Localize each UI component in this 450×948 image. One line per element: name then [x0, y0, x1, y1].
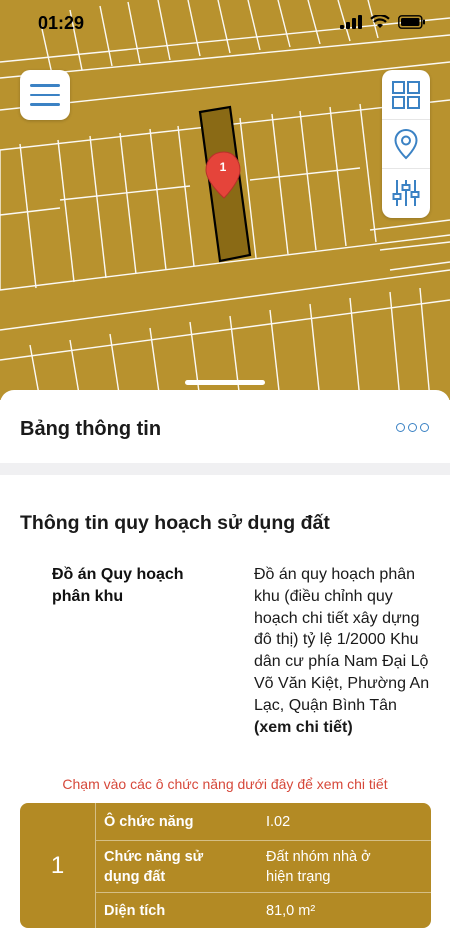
wifi-icon [370, 15, 390, 28]
hint-text: Chạm vào các ô chức năng dưới đây để xem… [62, 776, 388, 792]
function-value: Đất nhóm nhà ở hiện trạng [266, 849, 371, 885]
map-marker-label[interactable]: 1 [216, 160, 230, 174]
grid-icon [392, 80, 420, 109]
section-divider [0, 463, 450, 475]
more-icon-dot [420, 422, 429, 432]
function-key: Ô chức năng [104, 814, 194, 830]
menu-icon [30, 84, 60, 87]
status-time: 01:29 [38, 13, 85, 33]
plan-value: Đồ án quy hoạch phân khu (điều chỉnh quy… [254, 564, 434, 738]
function-value: 81,0 m² [266, 903, 316, 919]
sheet-title: Bảng thông tin [20, 418, 162, 440]
status-bar: 01:29 [0, 0, 450, 48]
sliders-icon [392, 180, 420, 206]
filter-button[interactable] [382, 168, 430, 217]
function-row[interactable]: Diện tích 81,0 m² [96, 893, 431, 928]
more-icon [396, 422, 405, 432]
function-key: Chức năng sử dụng đất [104, 849, 204, 885]
battery-icon [398, 15, 425, 29]
status-icons [340, 15, 426, 29]
layers-button[interactable] [382, 70, 430, 119]
function-key: Diện tích [104, 903, 166, 919]
function-row[interactable]: Chức năng sử dụng đất Đất nhóm nhà ở hiệ… [96, 841, 431, 893]
location-icon [394, 128, 418, 160]
function-row[interactable]: Ô chức năng I.02 [96, 803, 431, 841]
plan-label: Đồ án Quy hoạch phân khu [52, 566, 184, 605]
more-button[interactable] [396, 420, 430, 434]
function-value: I.02 [266, 814, 291, 830]
signal-icon [340, 15, 362, 29]
menu-button[interactable] [20, 70, 70, 120]
menu-icon-bar [30, 103, 60, 106]
map-tool-stack [382, 70, 430, 218]
section-title: Thông tin quy hoạch sử dụng đất [20, 512, 330, 534]
view-detail-link[interactable]: (xem chi tiết) [254, 719, 353, 736]
locate-button[interactable] [382, 119, 430, 168]
plan-description: Đồ án quy hoạch phân khu (điều chỉnh quy… [254, 566, 430, 714]
function-index: 1 [20, 803, 96, 928]
menu-icon-bar [30, 93, 60, 97]
more-icon-dot [408, 422, 417, 432]
function-card[interactable]: 1 Ô chức năng I.02 Chức năng sử dụng đất… [20, 803, 431, 928]
sheet-grabber[interactable] [185, 380, 265, 385]
